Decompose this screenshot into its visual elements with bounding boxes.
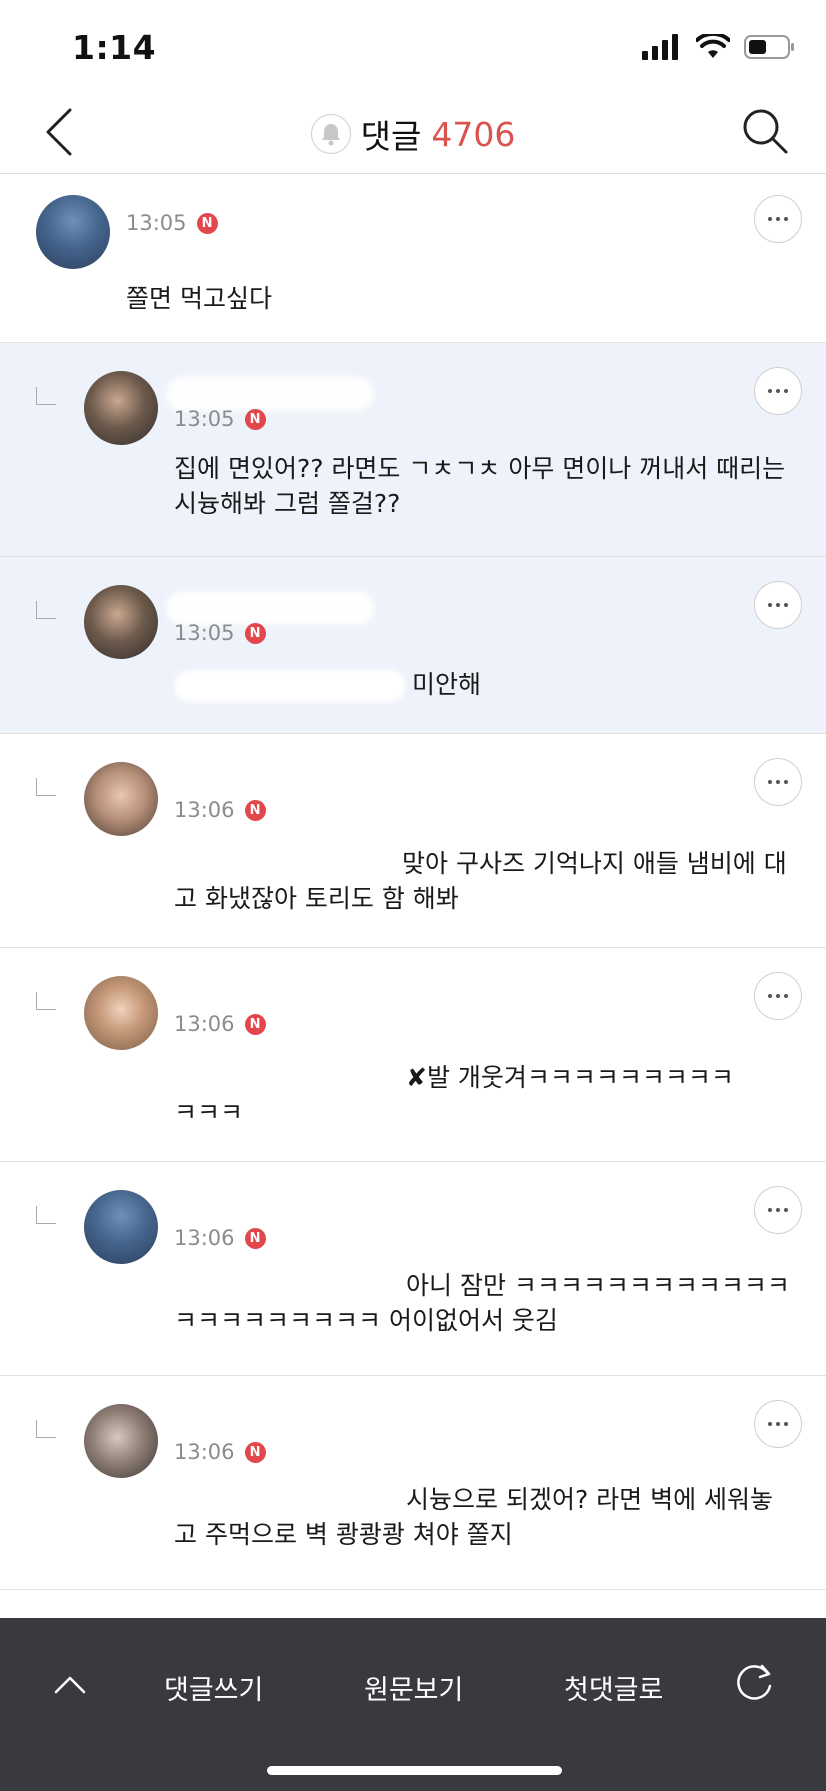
search-icon[interactable] xyxy=(740,106,790,156)
page-title: 댓글 4706 xyxy=(0,110,826,158)
comment-time: 13:06 xyxy=(174,1012,235,1036)
author-name-redacted xyxy=(166,591,374,625)
more-button[interactable] xyxy=(754,195,802,243)
mention-redacted xyxy=(174,1271,400,1303)
comment-count: 4706 xyxy=(431,114,516,154)
comment-meta: 13:05 N xyxy=(174,621,266,645)
title-text: 댓글 xyxy=(360,117,422,156)
chevron-up-icon[interactable] xyxy=(52,1670,88,1700)
status-icons xyxy=(642,34,796,60)
reply-item: 13:06 N 맞아 구사즈 기억나지 애들 냄비에 대고 화냈잖아 토리도 함… xyxy=(0,734,826,948)
reply-item: 13:06 N 아니 잠만 ㅋㅋㅋㅋㅋㅋㅋㅋㅋㅋㅋㅋㅋㅋㅋㅋㅋㅋㅋㅋㅋ 어이없어… xyxy=(0,1162,826,1376)
reply-indicator xyxy=(36,387,56,405)
comment-meta: 13:06 N xyxy=(174,1012,266,1036)
avatar[interactable] xyxy=(84,1190,158,1264)
new-badge: N xyxy=(244,408,266,430)
more-button[interactable] xyxy=(754,1400,802,1448)
more-button[interactable] xyxy=(754,972,802,1020)
comment-time: 13:06 xyxy=(174,1226,235,1250)
author-name-redacted xyxy=(166,377,374,411)
comment-meta: 13:06 N xyxy=(174,798,266,822)
comment-meta: 13:05 N xyxy=(126,211,218,235)
reply-item: 13:05 N 집에 면있어?? 라면도 ㄱㅊㄱㅊ 아무 면이나 꺼내서 때리는… xyxy=(0,343,826,557)
reply-item: 13:06 N 시늉으로 되겠어? 라면 벽에 세워놓고 주먹으로 벽 쾅쾅쾅 … xyxy=(0,1376,826,1590)
comment-text: 집에 면있어?? 라면도 ㄱㅊㄱㅊ 아무 면이나 꺼내서 때리는 시늉해봐 그럼… xyxy=(174,454,786,518)
comment-meta: 13:06 N xyxy=(174,1440,266,1464)
avatar[interactable] xyxy=(84,762,158,836)
avatar[interactable] xyxy=(84,371,158,445)
bell-icon[interactable] xyxy=(310,114,351,154)
comment-meta: 13:06 N xyxy=(174,1226,266,1250)
view-original-button[interactable]: 원문보기 xyxy=(364,1668,463,1707)
comment-time: 13:05 xyxy=(174,407,235,431)
comment-meta: 13:05 N xyxy=(174,407,266,431)
mention-redacted xyxy=(174,670,406,702)
comment-time: 13:06 xyxy=(174,1440,235,1464)
comment-text: 쫄면 먹고싶다 xyxy=(126,284,272,313)
comment-text: 맞아 구사즈 기억나지 애들 냄비에 대고 화냈잖아 토리도 함 해봐 xyxy=(174,849,787,913)
refresh-icon[interactable] xyxy=(732,1660,776,1704)
comment-list: 13:05 N 쫄면 먹고싶다 13:05 N 집에 면있어?? 라면도 ㄱㅊㄱ… xyxy=(0,175,826,1590)
reply-item: 13:05 N 미안해 xyxy=(0,557,826,734)
new-badge: N xyxy=(244,1227,266,1249)
reply-indicator xyxy=(36,992,56,1010)
mention-redacted xyxy=(174,1063,400,1095)
bottom-toolbar: 댓글쓰기 원문보기 첫댓글로 xyxy=(0,1618,826,1791)
reply-indicator xyxy=(36,778,56,796)
nav-bar: 댓글 4706 xyxy=(0,90,826,174)
avatar[interactable] xyxy=(84,585,158,659)
comment-text: 미안해 xyxy=(174,667,794,702)
comment-item: 13:05 N 쫄면 먹고싶다 xyxy=(0,175,826,343)
comment-time: 13:06 xyxy=(174,798,235,822)
reply-indicator xyxy=(36,1206,56,1224)
author-name-redacted xyxy=(166,768,466,802)
mention-redacted xyxy=(174,849,396,881)
more-button[interactable] xyxy=(754,1186,802,1234)
home-indicator xyxy=(267,1766,562,1775)
reply-indicator xyxy=(36,601,56,619)
new-badge: N xyxy=(244,799,266,821)
battery-icon xyxy=(744,35,794,59)
more-button[interactable] xyxy=(754,581,802,629)
wifi-icon xyxy=(696,34,730,58)
write-comment-button[interactable]: 댓글쓰기 xyxy=(164,1668,263,1707)
comment-text: 시늉으로 되겠어? 라면 벽에 세워놓고 주먹으로 벽 쾅쾅쾅 쳐야 쫄지 xyxy=(174,1485,774,1549)
reply-indicator xyxy=(36,1420,56,1438)
more-button[interactable] xyxy=(754,758,802,806)
avatar[interactable] xyxy=(84,1404,158,1478)
mention-redacted xyxy=(174,1485,400,1517)
signal-icon xyxy=(642,34,678,60)
status-bar: 1:14 xyxy=(0,0,826,90)
comment-text: 아니 잠만 ㅋㅋㅋㅋㅋㅋㅋㅋㅋㅋㅋㅋㅋㅋㅋㅋㅋㅋㅋㅋㅋ 어이없어서 웃김 xyxy=(174,1271,790,1335)
avatar[interactable] xyxy=(36,195,110,269)
more-button[interactable] xyxy=(754,367,802,415)
reply-item: 13:06 N ✘발 개웃겨ㅋㅋㅋㅋㅋㅋㅋㅋㅋㅋㅋㅋ xyxy=(0,948,826,1162)
avatar[interactable] xyxy=(84,976,158,1050)
new-badge: N xyxy=(244,1013,266,1035)
new-badge: N xyxy=(244,1441,266,1463)
new-badge: N xyxy=(244,622,266,644)
comment-text: ✘발 개웃겨ㅋㅋㅋㅋㅋㅋㅋㅋㅋㅋㅋㅋ xyxy=(174,1063,734,1127)
comment-time: 13:05 xyxy=(126,211,187,235)
comment-time: 13:05 xyxy=(174,621,235,645)
new-badge: N xyxy=(196,212,218,234)
status-time: 1:14 xyxy=(72,28,157,67)
first-comment-button[interactable]: 첫댓글로 xyxy=(564,1668,663,1707)
